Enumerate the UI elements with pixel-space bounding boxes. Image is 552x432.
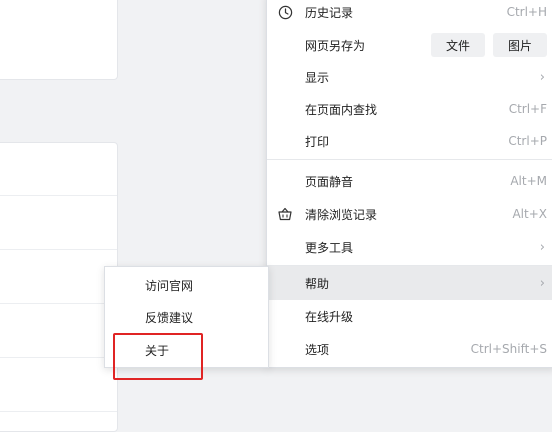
- menu-item-label: 打印: [305, 134, 330, 149]
- menu-item-upgrade[interactable]: 在线升级: [267, 300, 552, 332]
- menu-item-label: 清除浏览记录: [305, 207, 378, 222]
- menu-shortcut: Ctrl+F: [508, 102, 547, 116]
- background-card-top: [0, 0, 118, 80]
- menu-item-find[interactable]: 在页面内查找 Ctrl+F: [267, 93, 552, 125]
- menu-separator: [267, 159, 552, 160]
- card-divider: [0, 195, 117, 196]
- menu-shortcut: Alt+X: [512, 207, 547, 221]
- browser-main-menu: 历史记录 Ctrl+H 网页另存为 文件 图片 显示 › 在页面内查找 Ctrl…: [266, 0, 552, 368]
- menu-item-label: 历史记录: [305, 5, 354, 20]
- menu-item-label: 选项: [305, 342, 330, 357]
- menu-item-label: 更多工具: [305, 240, 354, 255]
- menu-item-history[interactable]: 历史记录 Ctrl+H: [267, 0, 552, 29]
- menu-item-more-tools[interactable]: 更多工具 ›: [267, 231, 552, 263]
- chevron-right-icon: ›: [539, 275, 545, 291]
- menu-item-label: 在线升级: [305, 309, 354, 324]
- card-divider: [0, 357, 117, 358]
- submenu-item-label: 反馈建议: [145, 310, 194, 325]
- card-divider: [0, 411, 117, 412]
- basket-icon: [277, 206, 293, 222]
- save-as-image-button[interactable]: 图片: [493, 33, 547, 57]
- submenu-item-label: 访问官网: [145, 278, 194, 293]
- chevron-right-icon: ›: [539, 239, 545, 255]
- menu-item-label: 在页面内查找: [305, 102, 378, 117]
- card-divider: [0, 249, 117, 250]
- menu-item-label: 帮助: [305, 276, 330, 291]
- chevron-right-icon: ›: [539, 69, 545, 85]
- card-divider: [0, 303, 117, 304]
- menu-item-save-as[interactable]: 网页另存为 文件 图片: [267, 29, 552, 61]
- menu-item-clear-data[interactable]: 清除浏览记录 Alt+X: [267, 197, 552, 231]
- menu-item-display[interactable]: 显示 ›: [267, 61, 552, 93]
- submenu-item-visit-site[interactable]: 访问官网: [105, 269, 268, 301]
- menu-item-label: 显示: [305, 70, 330, 85]
- menu-item-print[interactable]: 打印 Ctrl+P: [267, 125, 552, 157]
- menu-shortcut: Ctrl+P: [508, 134, 547, 148]
- save-as-file-button[interactable]: 文件: [431, 33, 485, 57]
- clock-icon: [277, 4, 293, 20]
- menu-shortcut: Alt+M: [510, 174, 547, 188]
- menu-shortcut: Ctrl+Shift+S: [470, 342, 547, 356]
- menu-item-options[interactable]: 选项 Ctrl+Shift+S: [267, 332, 552, 366]
- menu-item-help[interactable]: 帮助 ›: [267, 266, 552, 300]
- menu-shortcut: Ctrl+H: [506, 5, 547, 19]
- menu-item-mute[interactable]: 页面静音 Alt+M: [267, 165, 552, 197]
- menu-item-label: 网页另存为: [305, 38, 366, 53]
- submenu-item-feedback[interactable]: 反馈建议: [105, 301, 268, 333]
- background-card-bottom: [0, 142, 118, 432]
- menu-item-label: 页面静音: [305, 174, 354, 189]
- highlight-annotation-box: [113, 333, 203, 380]
